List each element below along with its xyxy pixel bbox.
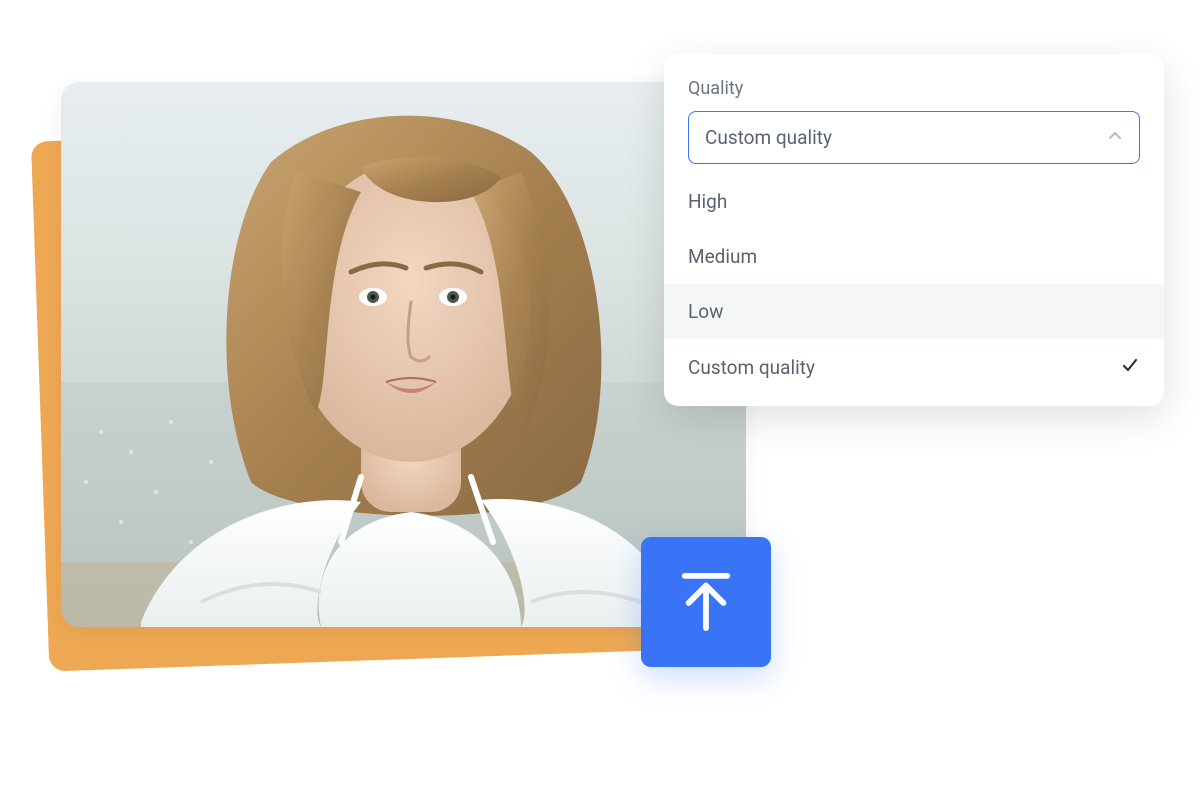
quality-option-high[interactable]: High (664, 174, 1164, 229)
quality-option-custom[interactable]: Custom quality (664, 339, 1164, 396)
quality-label: Quality (688, 78, 1140, 99)
quality-option-low[interactable]: Low (664, 284, 1164, 339)
quality-option-medium[interactable]: Medium (664, 229, 1164, 284)
upload-button[interactable] (641, 537, 771, 667)
quality-options: High Medium Low Custom quality (664, 174, 1164, 396)
check-icon (1120, 355, 1140, 380)
option-label: High (688, 190, 727, 213)
quality-panel: Quality Custom quality High Medium Low C (664, 54, 1164, 406)
quality-select[interactable]: Custom quality (688, 111, 1140, 164)
option-label: Custom quality (688, 356, 815, 379)
quality-select-value: Custom quality (705, 126, 832, 149)
option-label: Medium (688, 245, 757, 268)
option-label: Low (688, 300, 723, 323)
upload-to-top-icon (677, 570, 735, 634)
chevron-up-icon (1107, 126, 1123, 149)
